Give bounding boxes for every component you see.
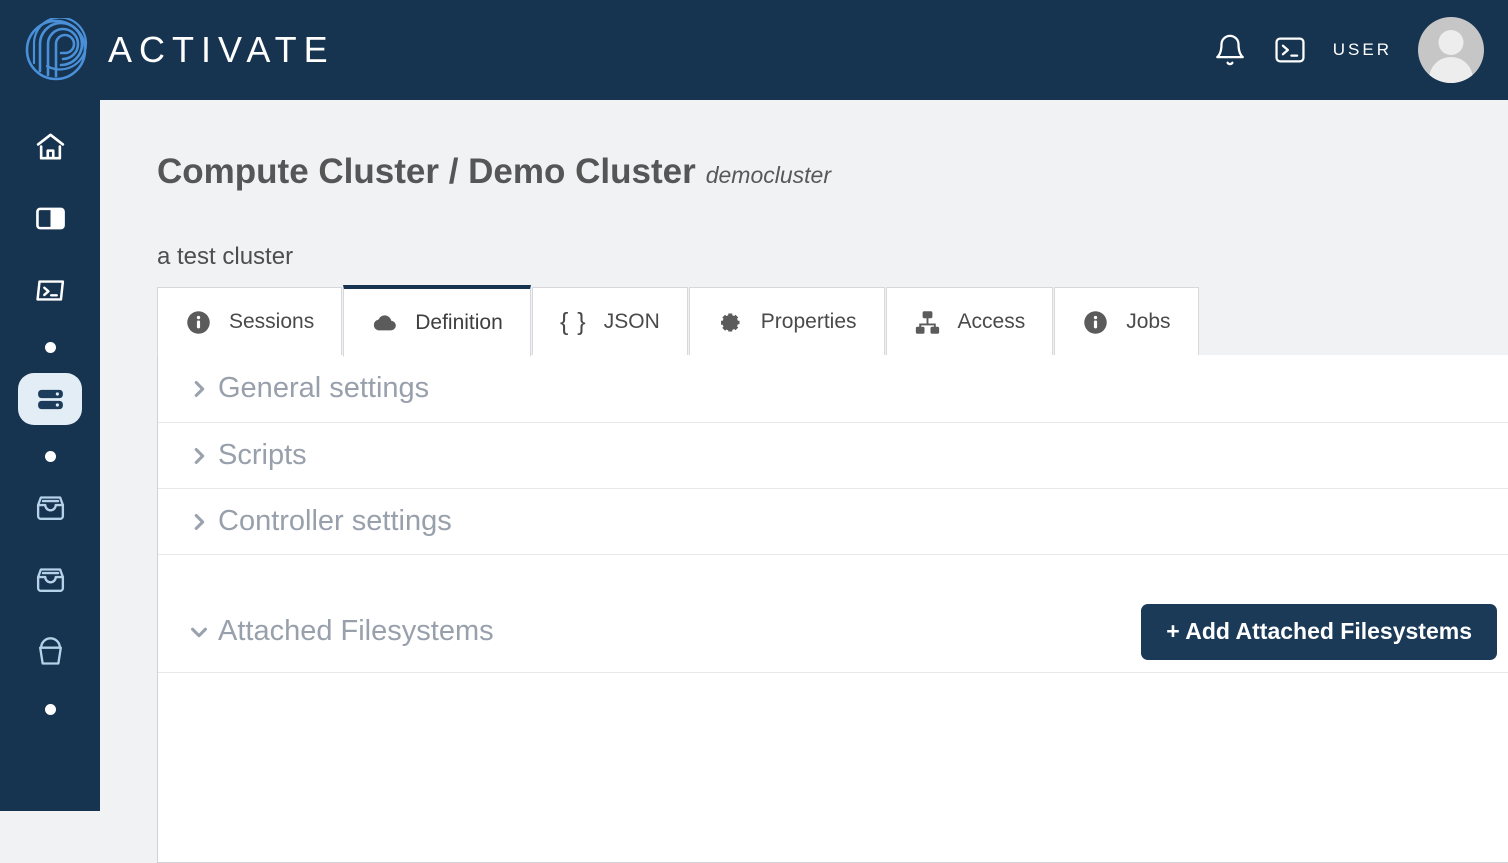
sidebar-item-storage[interactable] xyxy=(18,554,82,606)
bucket-icon xyxy=(34,636,67,669)
sidebar-item-workspaces[interactable] xyxy=(18,192,82,244)
panel-layout-icon xyxy=(34,202,67,235)
tab-bar: Sessions Definition { } JSON Properties xyxy=(157,285,1200,357)
accordion-label: Controller settings xyxy=(218,505,452,538)
bell-icon[interactable] xyxy=(1213,33,1247,67)
curly-braces-icon: { } xyxy=(560,309,587,336)
activate-spiral-logo xyxy=(24,18,88,82)
page-title-text: Compute Cluster / Demo Cluster xyxy=(157,152,696,191)
sidebar xyxy=(0,100,100,811)
info-circle-icon xyxy=(185,309,212,336)
page-slug: democluster xyxy=(706,162,831,188)
brand[interactable]: ACTIVATE xyxy=(0,18,335,82)
inbox-tray-icon xyxy=(34,564,67,597)
accordion-spacer xyxy=(158,555,1508,591)
terminal-icon[interactable] xyxy=(1273,33,1307,67)
header-actions: USER xyxy=(1213,17,1508,83)
tab-properties[interactable]: Properties xyxy=(689,287,885,357)
app-header: ACTIVATE USER xyxy=(0,0,1508,100)
brand-name: ACTIVATE xyxy=(108,29,335,71)
tab-label: Jobs xyxy=(1126,310,1170,334)
sidebar-item-buckets[interactable] xyxy=(18,626,82,678)
terminal-icon xyxy=(34,274,67,307)
chevron-right-icon xyxy=(188,511,210,533)
sidebar-item-filesystems[interactable] xyxy=(18,482,82,534)
tab-definition[interactable]: Definition xyxy=(343,285,531,357)
sitemap-icon xyxy=(914,309,941,336)
cloud-icon xyxy=(371,309,398,336)
tab-label: Access xyxy=(958,310,1026,334)
user-label: USER xyxy=(1333,40,1392,60)
chevron-down-icon xyxy=(188,621,210,643)
sidebar-item-terminal[interactable] xyxy=(18,264,82,316)
sidebar-separator-dot xyxy=(45,342,56,353)
tab-sessions[interactable]: Sessions xyxy=(157,287,342,357)
chevron-right-icon xyxy=(188,445,210,467)
sidebar-item-home[interactable] xyxy=(18,120,82,172)
main-content: Compute Cluster / Demo Cluster democluste… xyxy=(100,100,1508,811)
sidebar-separator-dot xyxy=(45,704,56,715)
accordion-label: Scripts xyxy=(218,439,307,472)
accordion-scripts[interactable]: Scripts xyxy=(158,423,1508,489)
tab-json[interactable]: { } JSON xyxy=(532,287,688,357)
sidebar-item-compute-clusters[interactable] xyxy=(18,373,82,425)
gear-icon xyxy=(717,309,744,336)
inbox-tray-icon xyxy=(34,492,67,525)
tab-jobs[interactable]: Jobs xyxy=(1054,287,1198,357)
definition-panel: General settings Scripts Controller sett… xyxy=(157,355,1508,863)
tab-label: JSON xyxy=(604,310,660,334)
tab-access[interactable]: Access xyxy=(886,287,1054,357)
page-description: a test cluster xyxy=(157,243,293,271)
chevron-right-icon xyxy=(188,378,210,400)
tab-label: Sessions xyxy=(229,310,314,334)
avatar-head xyxy=(1439,30,1464,55)
add-attached-filesystems-button[interactable]: + Add Attached Filesystems xyxy=(1141,604,1497,660)
avatar[interactable] xyxy=(1418,17,1484,83)
home-icon xyxy=(34,130,67,163)
accordion-label: Attached Filesystems xyxy=(218,615,494,648)
avatar-body xyxy=(1429,57,1473,83)
tab-label: Definition xyxy=(415,311,503,335)
accordion-general-settings[interactable]: General settings xyxy=(158,355,1508,423)
server-icon xyxy=(34,383,67,416)
accordion-label: General settings xyxy=(218,372,429,405)
accordion-controller-settings[interactable]: Controller settings xyxy=(158,489,1508,555)
page-title: Compute Cluster / Demo Cluster democluste… xyxy=(157,152,831,192)
sidebar-separator-dot xyxy=(45,451,56,462)
accordion-attached-filesystems[interactable]: Attached Filesystems + Add Attached File… xyxy=(158,591,1508,673)
info-circle-icon xyxy=(1082,309,1109,336)
tab-label: Properties xyxy=(761,310,857,334)
